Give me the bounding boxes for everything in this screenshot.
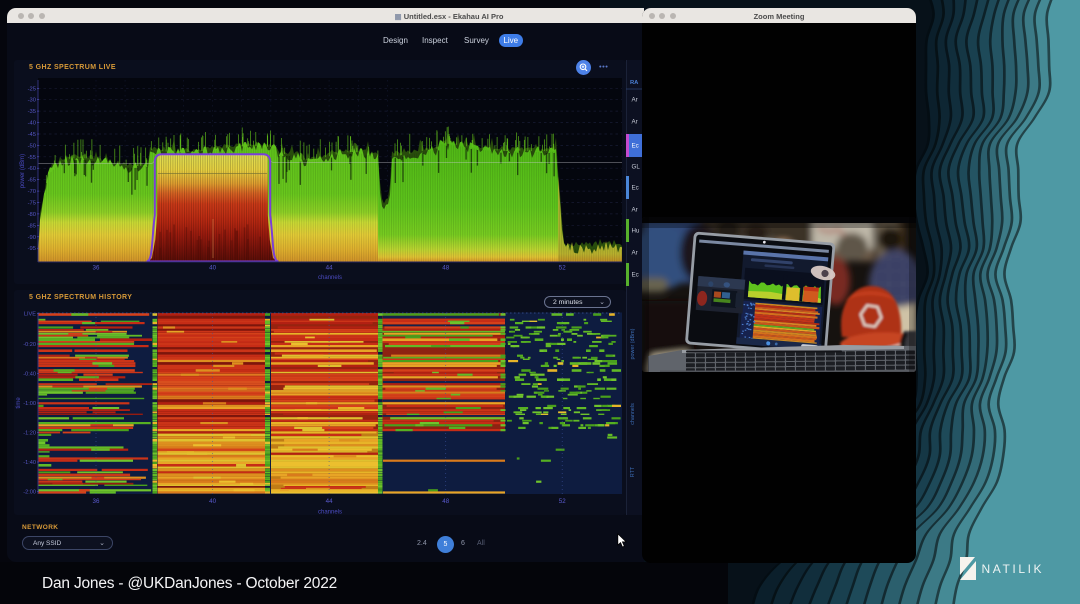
svg-text:-45: -45 [28,132,36,138]
svg-text:52: 52 [559,265,566,272]
svg-text:-35: -35 [28,109,36,115]
svg-text:-0:20: -0:20 [23,342,36,348]
svg-text:-70: -70 [28,189,36,195]
svg-text:RTT: RTT [630,466,636,477]
svg-text:-40: -40 [28,121,36,127]
svg-text:48: 48 [442,265,449,272]
svg-text:-0:40: -0:40 [23,372,36,378]
svg-text:36: 36 [93,265,100,272]
svg-text:44: 44 [326,498,333,505]
svg-text:power (dBm): power (dBm) [20,154,26,188]
svg-text:-2:00: -2:00 [23,490,36,496]
svg-text:Ec: Ec [632,185,639,192]
svg-text:-1:00: -1:00 [23,401,36,407]
svg-text:Ar: Ar [632,207,638,214]
svg-text:RA: RA [630,80,639,86]
svg-text:time: time [16,397,22,409]
svg-text:-65: -65 [28,178,36,184]
svg-text:44: 44 [326,265,333,272]
svg-text:GL: GL [632,164,641,171]
svg-text:-90: -90 [28,235,36,241]
svg-text:-80: -80 [28,212,36,218]
svg-text:-25: -25 [28,86,36,92]
svg-text:-95: -95 [28,246,36,252]
svg-text:36: 36 [93,498,100,505]
svg-text:Ec: Ec [632,143,639,150]
svg-text:-55: -55 [28,155,36,161]
svg-text:channels: channels [630,403,636,425]
svg-text:-1:40: -1:40 [23,460,36,466]
svg-text:Ar: Ar [632,119,638,126]
svg-text:LIVE: LIVE [24,312,36,318]
svg-text:48: 48 [442,498,449,505]
svg-text:Ar: Ar [632,250,638,257]
svg-text:40: 40 [209,498,216,505]
svg-text:Ec: Ec [632,272,639,279]
svg-text:-30: -30 [28,98,36,104]
svg-text:52: 52 [559,498,566,505]
svg-text:NATILIK: NATILIK [982,562,1045,576]
svg-text:40: 40 [209,265,216,272]
svg-text:-1:20: -1:20 [23,431,36,437]
svg-text:channels: channels [318,275,342,281]
svg-text:-50: -50 [28,143,36,149]
svg-text:Hu: Hu [632,228,640,235]
svg-text:-60: -60 [28,166,36,172]
svg-text:Ar: Ar [632,97,638,104]
svg-text:channels: channels [318,510,342,516]
svg-text:-85: -85 [28,223,36,229]
svg-text:-75: -75 [28,201,36,207]
svg-text:power (dBm): power (dBm) [630,328,636,359]
